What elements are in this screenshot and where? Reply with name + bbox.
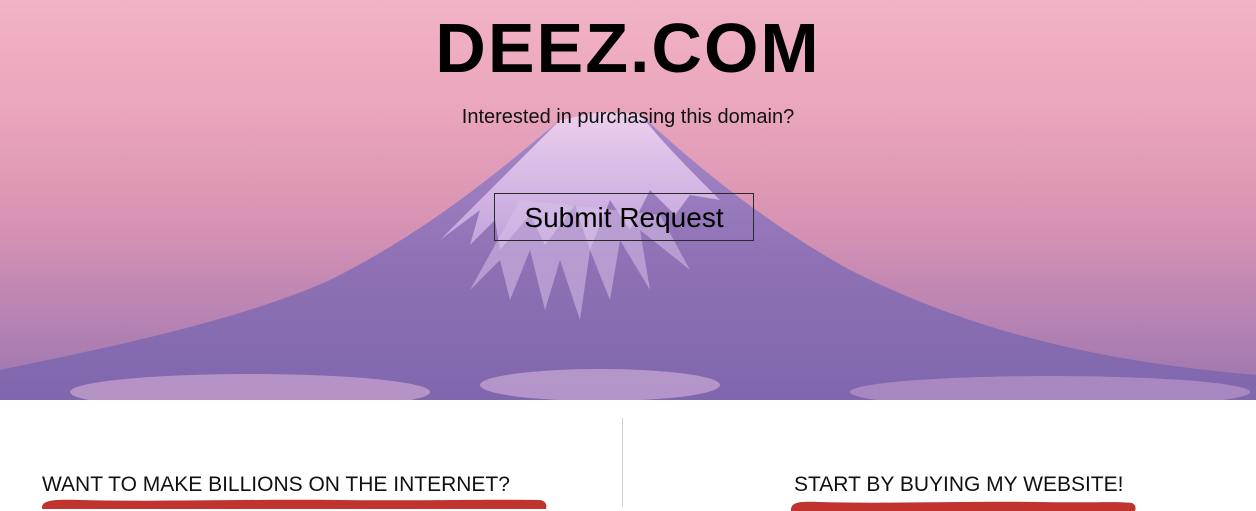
left-section-heading: WANT TO MAKE BILLIONS ON THE INTERNET? [42,473,510,496]
section-divider [622,418,623,507]
brush-stroke-underline [791,501,1136,511]
hero-section: DEEZ.COM Interested in purchasing this d… [0,0,1256,400]
brush-stroke-underline [42,499,547,509]
purchase-prompt: Interested in purchasing this domain? [461,106,795,128]
submit-request-button[interactable]: Submit Request [494,193,754,241]
right-section-heading: START BY BUYING MY WEBSITE! [794,473,1124,496]
domain-title: DEEZ.COM [435,9,821,87]
